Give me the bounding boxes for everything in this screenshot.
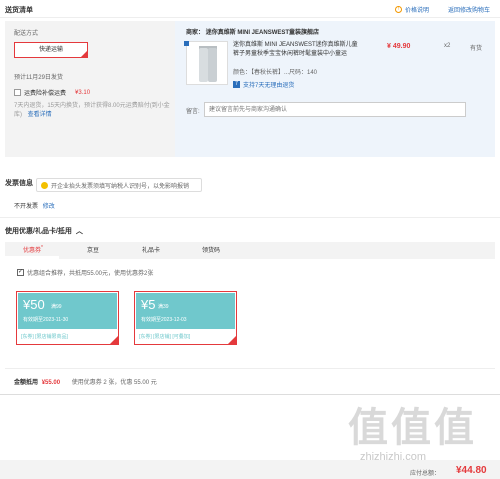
total-value: ¥44.80	[456, 465, 487, 476]
invoice-modify-link[interactable]: 修改	[43, 204, 55, 210]
delivery-method-value: 快递运输	[38, 47, 63, 53]
pants-leg-shape	[199, 48, 208, 82]
price-help-link[interactable]: ! 价格说明	[395, 5, 429, 14]
summary-desc: 使用优惠券 2 张，优惠 55.00 元	[71, 380, 157, 386]
tab-badge: *	[41, 245, 43, 251]
tab-jingdou[interactable]: 京豆	[87, 245, 99, 254]
pants-leg-shape	[208, 48, 217, 82]
delivery-method-label: 配送方式	[14, 31, 39, 37]
coupon-section-label: 使用优惠/礼品卡/抵用	[5, 228, 72, 235]
lightbulb-icon	[41, 181, 48, 189]
summary-amount: ¥55.00	[41, 380, 61, 386]
coupon-card[interactable]: ¥5 满39 有效期至2023-12-03 [东券] [限店铺] [可叠加]	[134, 291, 237, 345]
shop-prefix: 商家：	[186, 30, 205, 36]
freight-insurance-label: 运费险补偿运费	[24, 91, 67, 97]
invoice-tip-text: 开企业抬头发票须填写纳税人识别号，以免影响报销	[51, 183, 190, 190]
coupon-card[interactable]: ¥50 满99 有效期至2023-11-30 [东券] [限店铺限商品]	[16, 291, 119, 345]
divider	[0, 217, 500, 218]
chevron-up-icon: ︿	[75, 228, 83, 235]
return-badge-icon: 7	[233, 81, 240, 88]
coupon-tabs: 优惠券* 京豆 礼品卡 领货码	[5, 242, 495, 259]
product-image[interactable]	[186, 41, 228, 85]
coupon-validity: 有效期至2023-11-30	[23, 317, 69, 323]
coupon-condition: 满39	[158, 304, 169, 310]
tab-gift-card[interactable]: 礼品卡	[142, 245, 160, 254]
shop-name[interactable]: 迷你真维斯 MINI JEANSWEST童装旗舰店	[206, 30, 319, 36]
price-help-label: 价格说明	[405, 8, 430, 14]
auto-optimize-checkbox[interactable]	[17, 268, 24, 276]
selected-corner-icon	[110, 336, 118, 344]
invoice-tip: 开企业抬头发票须填写纳税人识别号，以免影响报销	[36, 178, 202, 192]
total-label: 应付总额：	[410, 471, 441, 477]
page-title: 送货清单	[5, 7, 33, 14]
tab-coupons-label: 优惠券	[23, 248, 42, 254]
auto-optimize-row: 优惠组合推荐，共抵用55.00元，使用优惠券2张	[17, 268, 153, 277]
note-input[interactable]	[204, 102, 466, 117]
auto-optimize-text: 优惠组合推荐，共抵用55.00元，使用优惠券2张	[27, 271, 154, 277]
product-quantity: x2	[444, 43, 451, 49]
select-marker-icon	[184, 41, 189, 46]
delivery-method-button[interactable]: 快递运输	[14, 42, 88, 58]
active-tab-indicator	[5, 256, 59, 259]
coupon-section-title[interactable]: 使用优惠/礼品卡/抵用 ︿	[5, 226, 83, 236]
ship-date: 预计11月29日发货	[14, 75, 63, 81]
note-label: 留言:	[186, 109, 200, 115]
coupon-amount: ¥5	[141, 297, 156, 312]
product-name[interactable]: 迷你真维斯 MINI JEANSWEST迷你真维斯儿童裤子男童秋季宝宝休闲裤时髦…	[233, 41, 363, 59]
tab-coupons[interactable]: 优惠券*	[23, 245, 43, 254]
summary-label: 金额抵用	[14, 380, 39, 386]
coupon-amount: ¥50	[23, 297, 45, 312]
insurance-description: 7天内退货，15天内换货，预计获得8.00元运费赔付(到小金库) 查看详情	[14, 102, 172, 120]
product-stock: 有货	[470, 46, 483, 52]
coupon-tags: [东券] [限店铺限商品]	[21, 334, 68, 340]
product-spec: 颜色：【春秋长裤】...尺码：140	[233, 70, 318, 76]
coupon-tags: [东券] [限店铺] [可叠加]	[139, 334, 191, 340]
product-price: ¥ 49.90	[387, 43, 411, 50]
coupon-head: ¥50 满99 有效期至2023-11-30	[18, 293, 117, 329]
coupon-condition: 满99	[51, 304, 62, 310]
invoice-status-row: 不开发票 修改	[14, 201, 55, 210]
back-to-cart-link[interactable]: 返回修改购物车	[448, 5, 490, 14]
freight-insurance-row: 运费险补偿运费 ¥3.10	[14, 88, 90, 97]
tab-pickup-code[interactable]: 领货码	[202, 245, 220, 254]
coupon-validity: 有效期至2023-12-03	[141, 317, 187, 323]
freight-insurance-checkbox[interactable]	[14, 89, 21, 96]
return-support-text[interactable]: 支持7天无理由退货	[243, 80, 294, 89]
coupon-head: ¥5 满39 有效期至2023-12-03	[136, 293, 235, 329]
insurance-detail-link[interactable]: 查看详情	[28, 112, 52, 118]
freight-insurance-price: ¥3.10	[75, 89, 91, 96]
divider	[5, 368, 495, 369]
coupon-summary-row: 金额抵用 ¥55.00 使用优惠券 2 张，优惠 55.00 元	[14, 377, 157, 386]
info-icon: !	[395, 6, 402, 13]
invoice-title: 发票信息	[5, 180, 33, 187]
invoice-status: 不开发票	[14, 204, 39, 210]
watermark-logo: 值值值	[348, 406, 477, 450]
return-support-row: 7 支持7天无理由退货	[233, 80, 294, 89]
selected-corner-icon	[228, 336, 236, 344]
shop-row: 商家： 迷你真维斯 MINI JEANSWEST童装旗舰店	[186, 27, 319, 36]
